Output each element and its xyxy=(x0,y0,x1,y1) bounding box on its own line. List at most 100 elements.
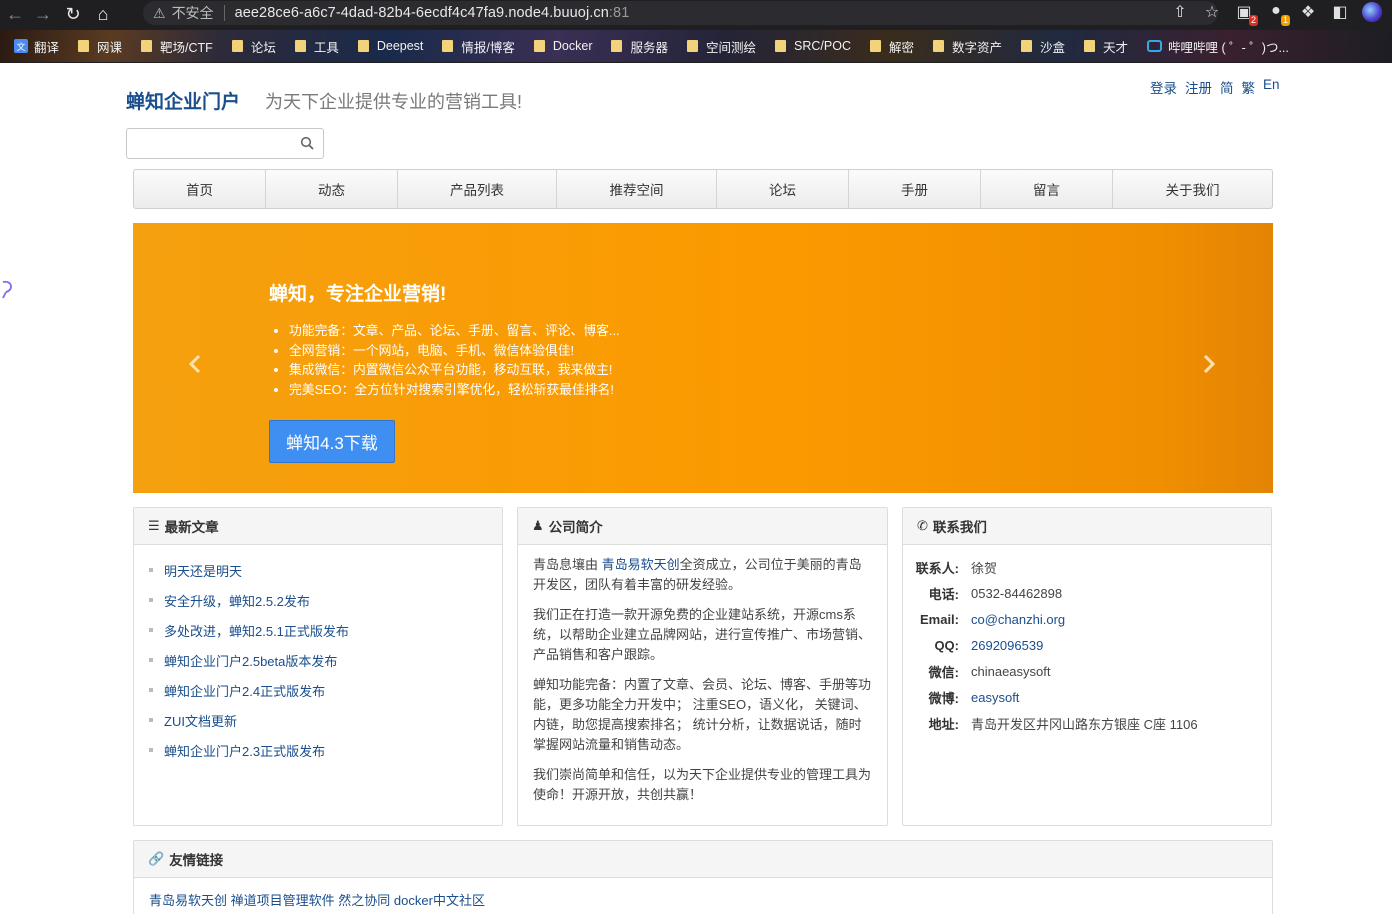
lang-english-link[interactable]: En xyxy=(1263,77,1280,97)
login-link[interactable]: 登录 xyxy=(1150,77,1177,97)
article-link[interactable]: 蝉知企业门户2.5beta版本发布 xyxy=(148,645,502,675)
toolbar-icons: ⇧ ☆ ▣ 2 ● 1 ❖ ◧ xyxy=(1170,2,1382,26)
folder-icon xyxy=(357,40,369,52)
url-host: aee28ce6-a6c7-4dad-82b4-6ecdf4c47fa9.nod… xyxy=(234,5,609,21)
bookmark-item[interactable]: Docker xyxy=(533,39,592,53)
address-url[interactable]: aee28ce6-a6c7-4dad-82b4-6ecdf4c47fa9.nod… xyxy=(235,5,630,21)
search-input[interactable] xyxy=(127,129,287,158)
intro-paragraph: 我们正在打造一款开源免费的企业建站系统，开源cms系统，以帮助企业建立品牌网站，… xyxy=(533,607,872,662)
folder-icon xyxy=(533,40,545,52)
folder-icon xyxy=(1021,40,1032,52)
back-button[interactable]: ← xyxy=(0,2,30,26)
register-link[interactable]: 注册 xyxy=(1185,77,1212,97)
bookmark-item[interactable]: 空间测绘 xyxy=(687,37,756,56)
friend-link[interactable]: 然之协同 xyxy=(338,893,390,908)
top-links: 登录 注册 简 繁 En xyxy=(1150,77,1280,97)
nav-item-news[interactable]: 动态 xyxy=(266,170,398,208)
bookmark-item[interactable]: 解密 xyxy=(869,37,914,56)
article-link[interactable]: ZUI文档更新 xyxy=(148,705,502,735)
extension-icon[interactable]: ● 1 xyxy=(1266,2,1290,26)
article-link[interactable]: 蝉知企业门户2.3正式版发布 xyxy=(148,735,502,765)
contact-value: 青岛开发区井冈山路东方银座 C座 1106 xyxy=(971,716,1198,732)
friend-links-panel: 🔗 友情链接 青岛易软天创 禅道项目管理软件 然之协同 docker中文社区 xyxy=(133,840,1273,914)
bookmark-item[interactable]: 天才 xyxy=(1084,37,1128,56)
search-icon[interactable] xyxy=(300,136,314,150)
site-brand[interactable]: 蝉知企业门户 xyxy=(126,87,240,114)
folder-icon xyxy=(78,40,90,52)
bookmark-item[interactable]: 数字资产 xyxy=(932,37,1002,56)
bookmark-label: 论坛 xyxy=(250,40,276,55)
home-button[interactable]: ⌂ xyxy=(88,2,118,26)
main-nav: 首页 动态 产品列表 推荐空间 论坛 手册 留言 关于我们 xyxy=(133,169,1273,209)
profile-avatar[interactable] xyxy=(1362,2,1382,22)
company-link[interactable]: 青岛易软天创 xyxy=(602,557,680,572)
site-slogan: 为天下企业提供专业的营销工具! xyxy=(265,92,522,112)
folder-icon xyxy=(869,40,881,52)
reload-button[interactable]: ↻ xyxy=(58,2,88,26)
bookmark-item[interactable]: 工具 xyxy=(294,37,339,56)
side-handle-icon[interactable] xyxy=(0,278,16,300)
download-button[interactable]: 蝉知4.3下载 xyxy=(269,420,395,463)
contact-key: 联系人: xyxy=(915,560,959,576)
nav-item-spaces[interactable]: 推荐空间 xyxy=(557,170,717,208)
bookmark-item[interactable]: 文翻译 xyxy=(14,37,59,56)
lang-traditional-link[interactable]: 繁 xyxy=(1242,77,1256,97)
chevron-right-icon[interactable] xyxy=(1201,353,1217,375)
nav-item-home[interactable]: 首页 xyxy=(134,170,266,208)
bookmark-item[interactable]: 网课 xyxy=(78,37,122,56)
contact-key: 电话: xyxy=(928,586,959,602)
bookmark-label: 解密 xyxy=(888,40,914,55)
article-link[interactable]: 蝉知企业门户2.4正式版发布 xyxy=(148,675,502,705)
article-link[interactable]: 安全升级，蝉知2.5.2发布 xyxy=(148,585,502,615)
panel-title: 联系我们 xyxy=(932,520,987,535)
share-icon[interactable]: ⇧ xyxy=(1170,2,1190,22)
chevron-left-icon[interactable] xyxy=(187,353,203,375)
address-bar[interactable]: ⚠ 不安全 aee28ce6-a6c7-4dad-82b4-6ecdf4c47f… xyxy=(143,1,1218,25)
bookmark-item[interactable]: 论坛 xyxy=(231,37,276,56)
lang-simplified-link[interactable]: 简 xyxy=(1220,77,1234,97)
weibo-link[interactable]: easysoft xyxy=(971,690,1019,705)
friend-link[interactable]: docker中文社区 xyxy=(394,893,485,908)
folder-icon xyxy=(775,40,787,52)
email-link[interactable]: co@chanzhi.org xyxy=(971,612,1065,627)
bookmark-item[interactable]: SRC/POC xyxy=(775,39,851,53)
browser-chrome: ← → ↻ ⌂ ⚠ 不安全 aee28ce6-a6c7-4dad-82b4-6e… xyxy=(0,0,1392,63)
contact-row: 电话: 0532-84462898 xyxy=(903,580,1271,606)
banner-features: 功能完备：文章、产品、论坛、手册、留言、评论、博客... 全网营销：一个网站，电… xyxy=(289,321,620,399)
forward-button[interactable]: → xyxy=(28,2,58,26)
bookmark-item[interactable]: Deepest xyxy=(357,39,423,53)
bookmark-item[interactable]: 哔哩哔哩 ( ゜- ゜)つ... xyxy=(1147,37,1289,56)
page: 蝉知企业门户 为天下企业提供专业的营销工具! 登录 注册 简 繁 En 首页 动… xyxy=(5,63,1392,914)
contact-key: 微信: xyxy=(928,664,959,680)
article-link[interactable]: 明天还是明天 xyxy=(148,555,502,585)
bookmark-item[interactable]: 沙盒 xyxy=(1021,37,1065,56)
extension-icon[interactable]: ▣ 2 xyxy=(1234,2,1258,26)
bookmark-label: 网课 xyxy=(97,40,123,55)
contact-key: 地址: xyxy=(928,716,959,732)
friend-link[interactable]: 禅道项目管理软件 xyxy=(231,893,335,908)
sidebar-icon[interactable]: ◧ xyxy=(1330,2,1350,22)
bookmark-label: 情报/博客 xyxy=(461,40,515,55)
contact-key: Email: xyxy=(919,611,959,627)
bookmark-item[interactable]: 情报/博客 xyxy=(442,37,515,56)
qq-link[interactable]: 2692096539 xyxy=(971,638,1043,653)
bookmark-item[interactable]: 服务器 xyxy=(611,37,668,56)
insecure-label[interactable]: 不安全 xyxy=(172,3,214,23)
folder-icon xyxy=(932,40,944,52)
nav-item-messages[interactable]: 留言 xyxy=(981,170,1113,208)
star-icon[interactable]: ☆ xyxy=(1202,2,1222,22)
nav-item-manual[interactable]: 手册 xyxy=(849,170,981,208)
puzzle-icon[interactable]: ❖ xyxy=(1298,2,1318,22)
users-icon: ♟ xyxy=(532,518,544,533)
contact-table: 联系人: 徐贺 电话: 0532-84462898 Email: co@chanzhi… xyxy=(903,545,1271,736)
nav-item-forum[interactable]: 论坛 xyxy=(717,170,849,208)
nav-item-products[interactable]: 产品列表 xyxy=(398,170,557,208)
phone-icon: ✆ xyxy=(917,518,928,533)
bookmark-item[interactable]: 靶场/CTF xyxy=(141,37,213,56)
nav-item-about[interactable]: 关于我们 xyxy=(1113,170,1272,208)
warning-icon[interactable]: ⚠ xyxy=(153,5,166,22)
bookmark-label: 数字资产 xyxy=(951,40,1002,55)
friend-link[interactable]: 青岛易软天创 xyxy=(149,893,227,908)
bookmarks-bar: 文翻译 网课 靶场/CTF 论坛 工具 Deepest 情报/博客 Docker 服务器 空间测绘… xyxy=(0,30,1392,62)
article-link[interactable]: 多处改进，蝉知2.5.1正式版发布 xyxy=(148,615,502,645)
